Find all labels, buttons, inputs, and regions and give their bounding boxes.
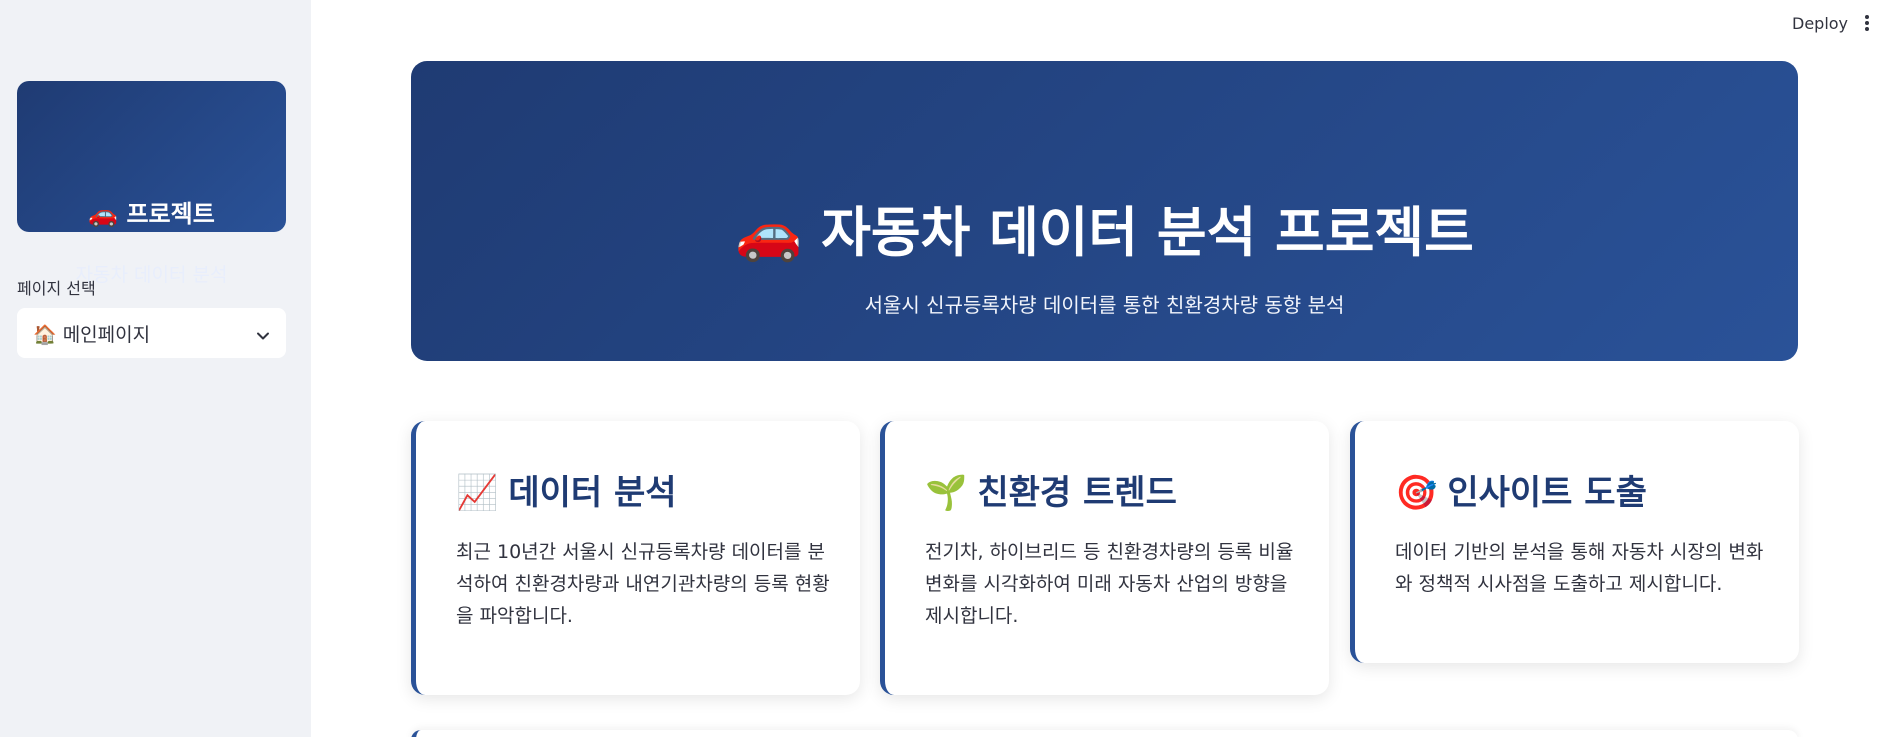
feature-card-eco-trend: 🌱 친환경 트렌드 전기차, 하이브리드 등 친환경차량의 등록 비율 변화를 시… <box>880 421 1329 695</box>
feature-card-insight: 🎯 인사이트 도출 데이터 기반의 분석을 통해 자동차 시장의 변화와 정책적 … <box>1350 421 1799 663</box>
feature-card-data-analysis: 📈 데이터 분석 최근 10년간 서울시 신규등록차량 데이터를 분석하여 친환경… <box>411 421 860 695</box>
chevron-down-icon <box>256 326 270 340</box>
sidebar-project-card: 🚗 프로젝트 자동차 데이터 분석 <box>17 81 286 286</box>
card-title: 📈 데이터 분석 <box>456 473 677 513</box>
hero-subtitle: 서울시 신규등록차량 데이터를 통한 친환경차량 동향 분석 <box>864 293 1345 317</box>
card-title: 🎯 인사이트 도출 <box>1395 473 1647 513</box>
next-section-card-edge <box>411 730 1798 737</box>
page-select[interactable]: 🏠 메인페이지 <box>17 308 286 358</box>
seedling-icon: 🌱 <box>925 473 968 513</box>
chart-up-icon: 📈 <box>456 473 499 513</box>
deploy-button[interactable]: Deploy <box>1788 12 1852 35</box>
card-title-text: 친환경 트렌드 <box>977 473 1177 513</box>
card-body: 최근 10년간 서울시 신규등록차량 데이터를 분석하여 친환경차량과 내연기관… <box>456 541 830 627</box>
card-title: 🌱 친환경 트렌드 <box>925 473 1177 513</box>
card-title-text: 데이터 분석 <box>508 473 677 513</box>
sidebar-card-title: 🚗 프로젝트 <box>88 200 215 228</box>
card-title-text: 인사이트 도출 <box>1447 473 1647 513</box>
hero-title: 🚗 자동차 데이터 분석 프로젝트 <box>735 201 1474 264</box>
sidebar: 🚗 프로젝트 자동차 데이터 분석 페이지 선택 🏠 메인페이지 <box>0 0 311 737</box>
target-icon: 🎯 <box>1395 473 1438 513</box>
more-options-icon[interactable] <box>1862 13 1872 33</box>
app-root: 🚗 프로젝트 자동차 데이터 분석 페이지 선택 🏠 메인페이지 Deploy … <box>0 0 1887 737</box>
page-select-label: 페이지 선택 <box>17 279 96 298</box>
card-body: 데이터 기반의 분석을 통해 자동차 시장의 변화와 정책적 시사점을 도출하고… <box>1395 541 1764 595</box>
hero-banner: 🚗 자동차 데이터 분석 프로젝트 서울시 신규등록차량 데이터를 통한 친환경… <box>411 61 1798 361</box>
page-select-value: 🏠 메인페이지 <box>33 323 151 346</box>
card-body: 전기차, 하이브리드 등 친환경차량의 등록 비율 변화를 시각화하여 미래 자… <box>925 541 1294 627</box>
